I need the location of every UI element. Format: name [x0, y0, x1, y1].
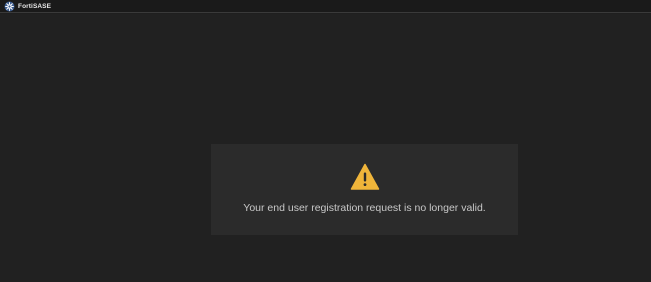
warning-triangle-icon	[350, 163, 380, 191]
top-bar: FortiSASE	[0, 0, 651, 13]
main-content: Your end user registration request is no…	[0, 14, 651, 282]
error-panel: Your end user registration request is no…	[211, 144, 518, 235]
app-title: FortiSASE	[18, 2, 52, 10]
fortisase-logo-icon[interactable]	[3, 0, 15, 12]
error-message: Your end user registration request is no…	[243, 202, 486, 214]
